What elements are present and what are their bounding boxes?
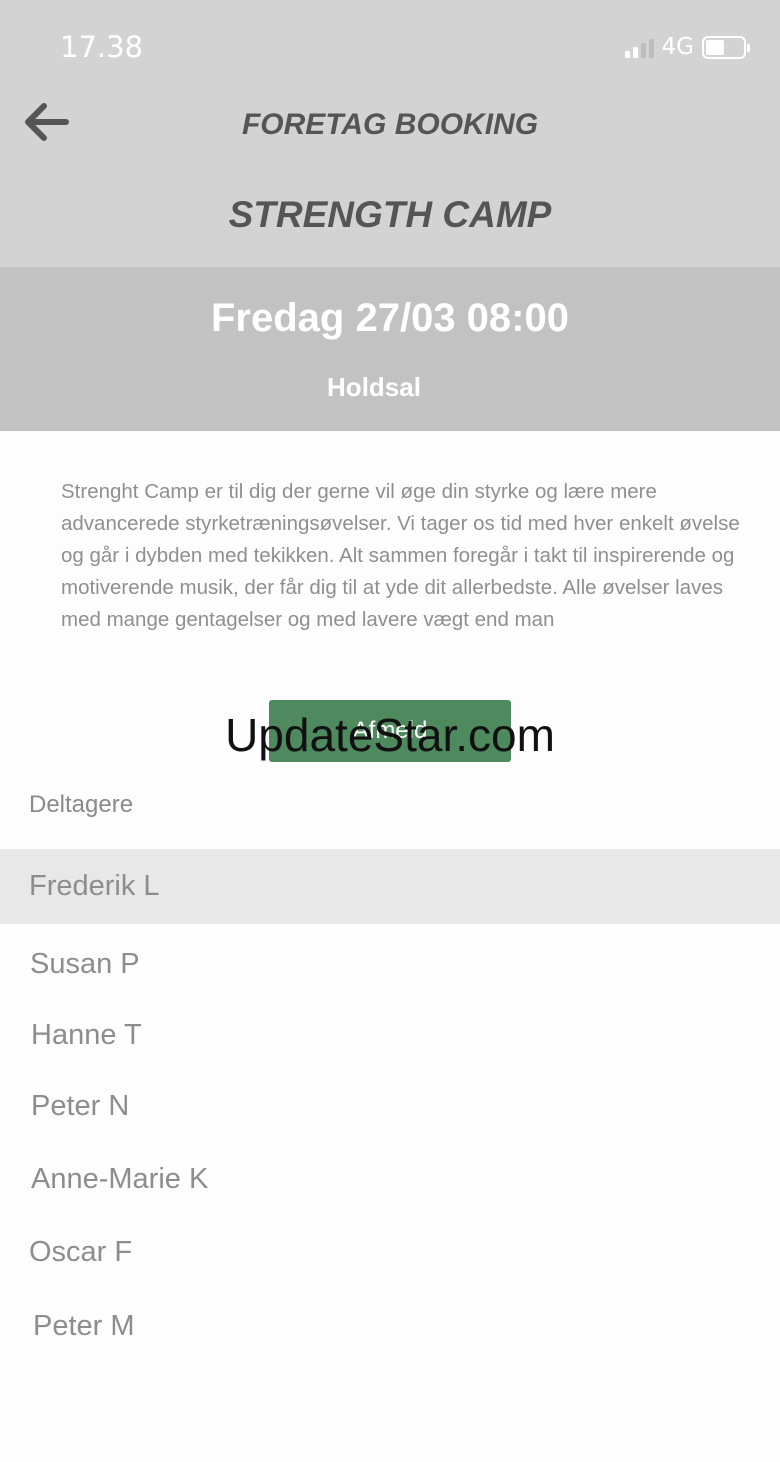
page-title: FORETAG BOOKING [241,108,539,141]
status-indicators: 4G [624,34,750,60]
participant-name: Frederik L [29,870,160,902]
session-room: Holdsal [327,372,421,402]
watermark: UpdateStar.com [225,709,555,761]
session-info [0,267,780,431]
class-description: Strenght Camp er til dig der gerne vil ø… [61,480,740,631]
participant-name: Anne-Marie K [31,1163,209,1195]
participant-name: Peter N [31,1090,130,1122]
participants-heading: Deltagere [29,791,134,818]
network-type: 4G [661,34,694,60]
participant-name: Peter M [33,1310,135,1342]
class-title: STRENGTH CAMP [228,194,552,235]
session-datetime: Fredag 27/03 08:00 [211,296,569,340]
participant-name: Susan P [30,948,140,980]
participant-name: Oscar F [29,1236,133,1268]
participant-name: Hanne T [31,1019,142,1051]
signal-icon [624,36,654,58]
battery-icon [702,35,750,59]
status-time: 17.38 [60,30,144,64]
participant-item[interactable]: Frederik L [0,849,780,924]
